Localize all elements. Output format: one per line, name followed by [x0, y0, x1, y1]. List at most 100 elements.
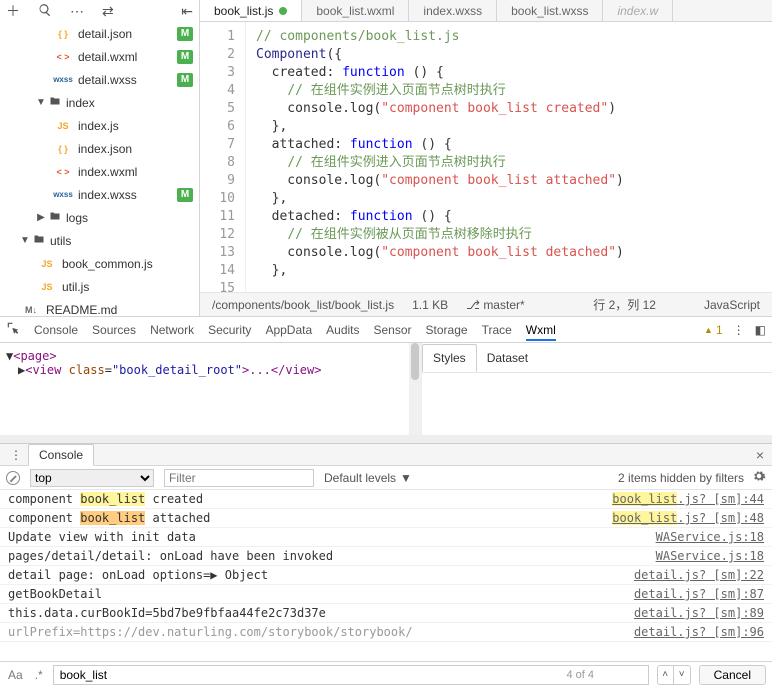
explorer-toolbar: ＋ ⋯ ⇄ ⇤: [0, 0, 199, 22]
console-row[interactable]: urlPrefix=https://dev.naturling.com/stor…: [0, 623, 772, 642]
folder-row[interactable]: ▼ index: [0, 91, 199, 114]
file-label: logs: [66, 211, 199, 225]
editor-tab[interactable]: book_list.js: [200, 0, 302, 21]
devtools-tab-appdata[interactable]: AppData: [265, 323, 312, 337]
inspect-icon[interactable]: [6, 321, 20, 338]
drawer-menu-icon[interactable]: ⋮: [4, 448, 28, 462]
file-label: index.json: [78, 142, 199, 156]
devtools-tab-sensor[interactable]: Sensor: [374, 323, 412, 337]
code-editor[interactable]: 123456789101112131415 // components/book…: [200, 22, 772, 292]
folder-row[interactable]: ▼utils: [0, 229, 199, 252]
status-cursor: 行 2，列 12: [593, 296, 656, 313]
find-next-icon[interactable]: ˅: [674, 666, 690, 684]
find-nav[interactable]: ˄˅: [657, 665, 691, 685]
warnings-badge[interactable]: 1: [704, 323, 723, 337]
file-row[interactable]: JSutil.js: [0, 275, 199, 298]
file-row[interactable]: JSbook_common.js: [0, 252, 199, 275]
hidden-count: 2 items hidden by filters: [618, 471, 744, 485]
devtools-tab-trace[interactable]: Trace: [482, 323, 512, 337]
source-link[interactable]: detail.js? [sm]:87: [634, 587, 764, 601]
log-levels[interactable]: Default levels ▼: [324, 471, 412, 485]
devtools-more-icon[interactable]: ⋮: [733, 323, 745, 337]
status-branch[interactable]: ⎇ master*: [466, 298, 525, 312]
collapse-icon[interactable]: ⇤: [181, 3, 193, 20]
file-row[interactable]: wxssindex.wxssM: [0, 183, 199, 206]
devtools-tab-audits[interactable]: Audits: [326, 323, 359, 337]
devtools-tab-sources[interactable]: Sources: [92, 323, 136, 337]
file-row[interactable]: { }detail.jsonM: [0, 22, 199, 45]
console-row[interactable]: pages/detail/detail: onLoad have been in…: [0, 547, 772, 566]
file-label: utils: [50, 234, 199, 248]
file-label: index.js: [78, 119, 199, 133]
devtools-dock-icon[interactable]: ◧: [755, 323, 766, 337]
tab-dataset[interactable]: Dataset: [477, 345, 538, 371]
devtools-tab-storage[interactable]: Storage: [426, 323, 468, 337]
console-row[interactable]: getBookDetaildetail.js? [sm]:87: [0, 585, 772, 604]
json-icon: { }: [52, 29, 74, 39]
console-row[interactable]: component book_list createdbook_list.js?…: [0, 490, 772, 509]
file-row[interactable]: JSindex.js: [0, 114, 199, 137]
find-count: 4 of 4: [566, 669, 594, 681]
file-label: index: [66, 96, 199, 110]
devtools-tab-console[interactable]: Console: [34, 323, 78, 337]
search-icon[interactable]: [38, 3, 52, 20]
console-row[interactable]: this.data.curBookId=5bd7be9fbfaa44fe2c73…: [0, 604, 772, 623]
find-input[interactable]: [53, 665, 649, 685]
console-drawer-tabs: ⋮ Console ×: [0, 444, 772, 466]
more-icon[interactable]: ⋯: [70, 3, 84, 20]
editor-tab[interactable]: book_list.wxss: [497, 0, 603, 21]
split-icon[interactable]: ⇄: [102, 3, 114, 20]
folder-row[interactable]: ▶logs: [0, 206, 199, 229]
file-row[interactable]: { }index.json: [0, 137, 199, 160]
regex-toggle[interactable]: .*: [33, 668, 45, 682]
folder-icon: [48, 210, 62, 225]
source-link[interactable]: book_list.js? [sm]:48: [612, 511, 764, 525]
source-link[interactable]: WAService.js:18: [656, 530, 764, 544]
source-link[interactable]: book_list.js? [sm]:44: [612, 492, 764, 506]
file-row[interactable]: < > index.wxml: [0, 160, 199, 183]
devtools-tab-network[interactable]: Network: [150, 323, 194, 337]
file-label: index.wxml: [78, 165, 199, 179]
source-link[interactable]: WAService.js:18: [656, 549, 764, 563]
close-icon[interactable]: ×: [748, 447, 772, 463]
file-row[interactable]: < >detail.wxmlM: [0, 45, 199, 68]
add-icon[interactable]: ＋: [6, 1, 20, 21]
tab-styles[interactable]: Styles: [422, 344, 477, 372]
clear-console-icon[interactable]: [6, 471, 20, 485]
find-prev-icon[interactable]: ˄: [658, 666, 674, 684]
file-label: book_common.js: [62, 257, 199, 271]
tab-console[interactable]: Console: [28, 444, 94, 466]
file-label: util.js: [62, 280, 199, 294]
devtools-tab-security[interactable]: Security: [208, 323, 251, 337]
file-label: README.md: [46, 303, 199, 317]
file-explorer: ＋ ⋯ ⇄ ⇤ { }detail.jsonM< >detail.wxmlMwx…: [0, 0, 200, 316]
chevron-icon: ▼: [36, 97, 46, 108]
cancel-button[interactable]: Cancel: [699, 665, 766, 685]
file-label: detail.json: [78, 27, 177, 41]
context-select[interactable]: top: [30, 469, 154, 487]
file-row[interactable]: M↓ README.md: [0, 298, 199, 316]
editor-tab[interactable]: book_list.wxml: [302, 0, 409, 21]
scrollbar[interactable]: [409, 343, 421, 435]
file-row[interactable]: wxssdetail.wxssM: [0, 68, 199, 91]
modified-dot-icon: [279, 7, 287, 15]
wxml-icon: < >: [52, 52, 74, 62]
wxml-tree[interactable]: ▼<page> ▶<view class="book_detail_root">…: [0, 343, 422, 435]
editor-tab[interactable]: index.wxss: [409, 0, 497, 21]
console-filter-bar: top Default levels ▼ 2 items hidden by f…: [0, 466, 772, 490]
gear-icon[interactable]: [752, 469, 766, 486]
editor-tab[interactable]: index.w: [603, 0, 673, 21]
source-link[interactable]: detail.js? [sm]:89: [634, 606, 764, 620]
source-link[interactable]: detail.js? [sm]:96: [634, 625, 764, 639]
wxml-icon: < >: [52, 167, 74, 177]
md-icon: M↓: [20, 305, 42, 315]
console-row[interactable]: Update view with init dataWAService.js:1…: [0, 528, 772, 547]
console-row[interactable]: component book_list attachedbook_list.js…: [0, 509, 772, 528]
match-case-toggle[interactable]: Aa: [6, 668, 25, 682]
filter-input[interactable]: [164, 469, 314, 487]
source-link[interactable]: detail.js? [sm]:22: [634, 568, 764, 582]
status-lang: JavaScript: [704, 298, 760, 312]
console-output[interactable]: component book_list createdbook_list.js?…: [0, 490, 772, 661]
console-row[interactable]: detail page: onLoad options=▶ Objectdeta…: [0, 566, 772, 585]
devtools-tab-wxml[interactable]: Wxml: [526, 323, 556, 341]
